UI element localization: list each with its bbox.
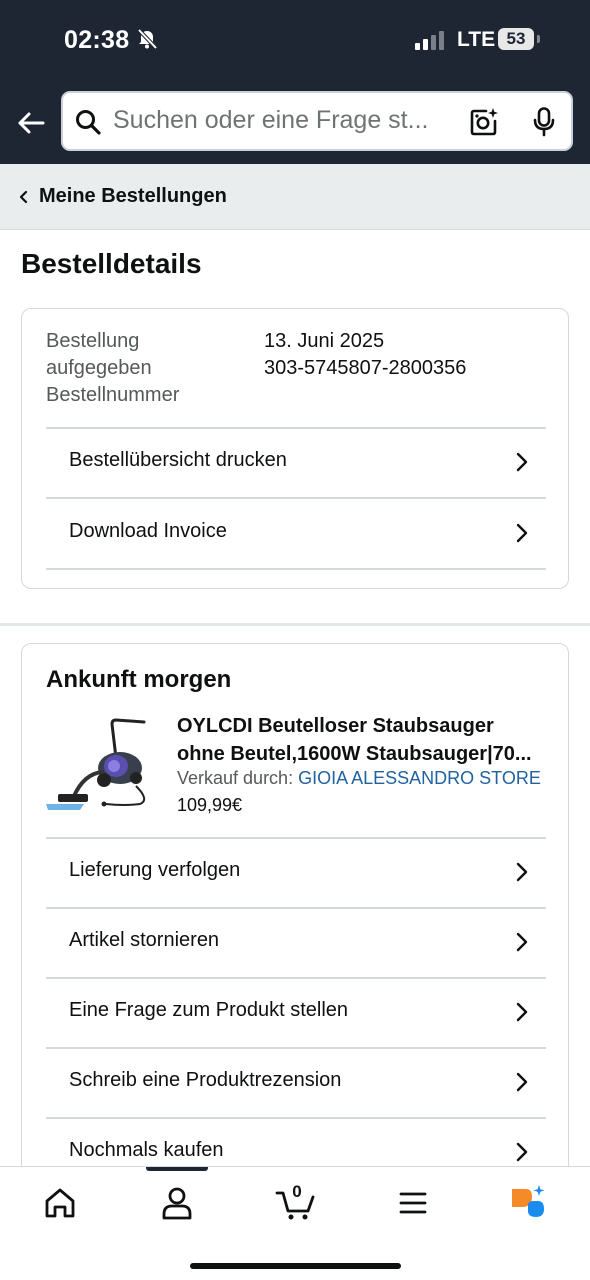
search-icon: [76, 110, 101, 135]
cart-count: 0: [292, 1182, 302, 1201]
back-arrow-icon[interactable]: [16, 108, 46, 138]
seller-link[interactable]: GIOIA ALESSANDRO STORE: [298, 768, 541, 788]
order-date-label-line1: Bestellung: [46, 330, 140, 352]
shipment-card: Ankunft morgen OYLCDI Beutelloser Staubs…: [21, 643, 569, 1203]
search-box[interactable]: Suchen oder eine Frage st...: [61, 91, 573, 151]
chevron-right-icon: [516, 1002, 528, 1022]
page-title: Bestelldetails: [21, 248, 202, 279]
chevron-right-icon: [516, 862, 528, 882]
order-date-label-line2: aufgegeben: [46, 357, 152, 379]
seller-line: Verkauf durch: GIOIA ALESSANDRO STORE: [177, 768, 541, 789]
chevron-right-icon: [516, 932, 528, 952]
menu-icon[interactable]: [391, 1185, 435, 1221]
section-separator: [0, 623, 590, 626]
row-label: Artikel stornieren: [69, 929, 220, 951]
track-delivery-row[interactable]: Lieferung verfolgen: [46, 837, 546, 907]
product-title[interactable]: OYLCDI Beutelloser Staubsauger ohne Beut…: [177, 712, 549, 768]
camera-sparkle-icon[interactable]: [469, 107, 499, 137]
product-image[interactable]: [44, 714, 156, 814]
row-label: Bestellübersicht drucken: [69, 449, 287, 471]
divider: [46, 568, 546, 570]
bottom-tab-bar: 0: [0, 1166, 590, 1280]
microphone-icon[interactable]: [532, 107, 556, 137]
status-bar: 02:38 LTE 53: [0, 0, 590, 82]
cart-tab[interactable]: 0: [274, 1182, 318, 1221]
home-icon[interactable]: [38, 1185, 82, 1221]
product-title-line1: OYLCDI Beutelloser Staubsauger: [177, 715, 494, 737]
home-indicator: [190, 1263, 401, 1269]
chevron-left-icon: [19, 190, 28, 204]
battery-level: 53: [498, 28, 534, 50]
rufus-assistant-icon[interactable]: [508, 1185, 552, 1221]
seller-prefix: Verkauf durch:: [177, 768, 294, 788]
product-price: 109,99€: [177, 795, 243, 815]
search-input[interactable]: Suchen oder eine Frage st...: [113, 106, 453, 135]
product-title-line2: ohne Beutel,1600W Staubsauger|70...: [177, 743, 532, 765]
breadcrumb[interactable]: Meine Bestellungen: [0, 164, 590, 230]
chevron-right-icon: [516, 1072, 528, 1092]
row-label: Download Invoice: [69, 520, 227, 542]
chevron-right-icon: [516, 523, 528, 543]
print-order-summary-row[interactable]: Bestellübersicht drucken: [46, 427, 546, 497]
write-review-row[interactable]: Schreib eine Produktrezension: [46, 1047, 546, 1117]
order-number-label: Bestellnummer: [46, 384, 180, 406]
active-tab-indicator: [146, 1167, 208, 1171]
signal-icon: [415, 31, 444, 50]
row-label: Schreib eine Produktrezension: [69, 1069, 342, 1091]
chevron-right-icon: [516, 452, 528, 472]
status-time: 02:38: [64, 26, 130, 54]
order-info-card: Bestellung aufgegeben Bestellnummer 13. …: [21, 308, 569, 589]
order-date-value: 13. Juni 2025: [264, 330, 385, 352]
order-number-value: 303-5745807-2800356: [264, 357, 467, 379]
row-label: Nochmals kaufen: [69, 1139, 224, 1161]
account-icon[interactable]: [155, 1185, 199, 1221]
delivery-status-heading: Ankunft morgen: [46, 666, 232, 693]
bell-muted-icon: [137, 28, 158, 50]
cancel-item-row[interactable]: Artikel stornieren: [46, 907, 546, 977]
breadcrumb-label[interactable]: Meine Bestellungen: [39, 185, 227, 208]
battery-tip: [537, 35, 540, 43]
download-invoice-row[interactable]: Download Invoice: [46, 498, 546, 568]
row-label: Eine Frage zum Produkt stellen: [69, 999, 349, 1021]
chevron-right-icon: [516, 1142, 528, 1162]
search-header: Suchen oder eine Frage st...: [0, 82, 590, 164]
row-label: Lieferung verfolgen: [69, 859, 241, 881]
network-label: LTE: [457, 28, 496, 51]
ask-product-question-row[interactable]: Eine Frage zum Produkt stellen: [46, 977, 546, 1047]
